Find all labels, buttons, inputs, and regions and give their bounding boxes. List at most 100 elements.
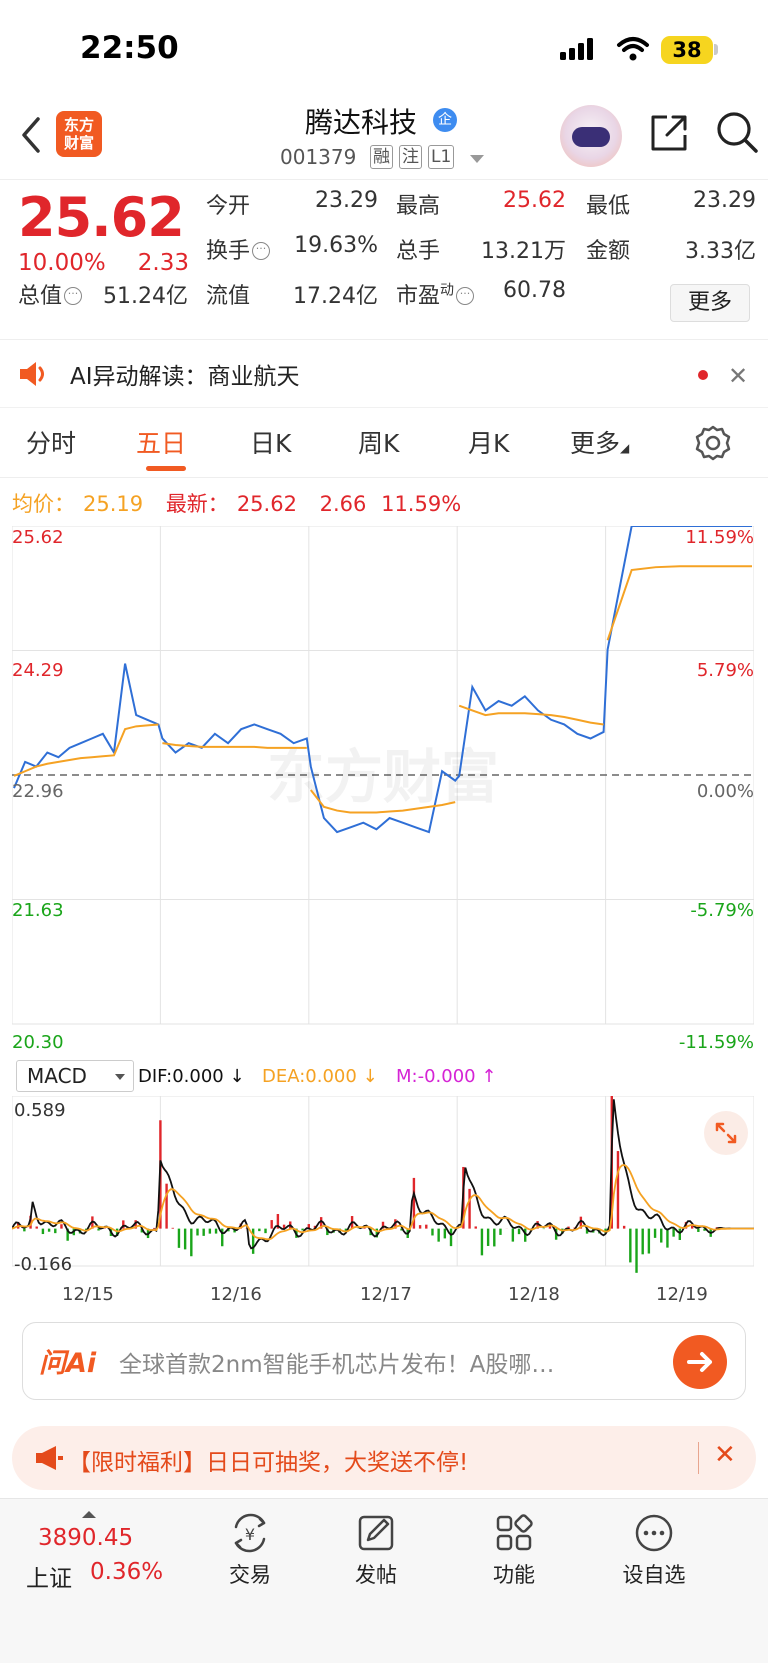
y-tick-left: 22.96	[12, 781, 64, 802]
info-icon[interactable]: ···	[64, 287, 83, 305]
pe-label: 市盈动 ···	[396, 278, 475, 310]
macd-histogram-bar	[449, 1228, 453, 1247]
tab-weekly-k[interactable]: 周K	[358, 424, 399, 460]
x-tick-date: 12/17	[360, 1284, 412, 1305]
stock-header: 东方 财富 腾达科技 企 001379 融 注 L1	[0, 95, 768, 180]
expand-icon[interactable]	[704, 1111, 748, 1155]
macd-histogram-bar	[517, 1228, 521, 1235]
back-button[interactable]	[14, 115, 50, 155]
ask-ai-send-button[interactable]	[673, 1335, 727, 1389]
tab-intraday[interactable]: 分时	[26, 424, 76, 460]
promo-text: 【限时福利】日日可抽奖，大奖送不停!	[68, 1450, 469, 1476]
indicator-select[interactable]: MACD	[16, 1060, 134, 1092]
chart-summary: 均价： 25.19 最新： 25.62 2.66 11.59%	[12, 488, 469, 518]
latest-price: 最新： 25.62	[165, 492, 297, 516]
high-label: 最高	[396, 194, 441, 219]
quote-panel: 25.62 10.00% 2.33 今开 23.29 最高 25.62 最低 2…	[0, 180, 768, 340]
index-value[interactable]: 3890.45	[38, 1525, 133, 1551]
more-button[interactable]: 更多	[670, 284, 750, 322]
macd-chart[interactable]	[12, 1096, 754, 1278]
five-day-price-chart[interactable]: 东方财富	[12, 526, 754, 1056]
macd-histogram-bar	[641, 1228, 644, 1255]
add-watchlist-button[interactable]: 设自选	[604, 1513, 704, 1589]
macd-histogram-bar	[672, 1228, 675, 1237]
macd-histogram-bar	[697, 1228, 700, 1232]
stock-code: 001379	[280, 145, 357, 169]
chevron-down-icon[interactable]	[470, 155, 484, 163]
close-icon[interactable]: ✕	[728, 362, 748, 390]
amount-label: 金额	[586, 239, 631, 264]
macd-histogram-bar	[647, 1228, 651, 1254]
dif-value: DIF:0.000 ↓	[138, 1066, 245, 1087]
latest-percent: 11.59%	[381, 492, 462, 516]
ai-alert-banner[interactable]: AI异动解读：商业航天 ✕	[0, 340, 768, 408]
promo-banner[interactable]: 【限时福利】日日可抽奖，大奖送不停! ✕	[12, 1426, 756, 1490]
trade-button[interactable]: ¥ 交易	[200, 1513, 300, 1589]
macd-histogram-bar	[629, 1228, 632, 1263]
chart-period-tabs: 分时 五日 日K 周K 月K 更多◢	[0, 408, 768, 478]
macd-header: MACD DIF:0.000 ↓ DEA:0.000 ↓ M:-0.000 ↑	[12, 1058, 752, 1096]
share-icon[interactable]	[647, 111, 691, 155]
stock-name[interactable]: 腾达科技	[305, 101, 417, 141]
macd-histogram-bar	[270, 1220, 273, 1229]
pe-value: 60.78	[503, 278, 566, 303]
tab-more[interactable]: 更多◢	[570, 424, 629, 460]
macd-histogram-bar	[431, 1228, 434, 1236]
macd-histogram-bar	[511, 1228, 515, 1242]
m-value: M:-0.000 ↑	[396, 1066, 497, 1087]
amount-value: 3.33亿	[685, 239, 756, 264]
macd-histogram-bar	[437, 1228, 440, 1242]
macd-histogram-bar	[418, 1225, 422, 1229]
svg-text:¥: ¥	[245, 1525, 255, 1544]
tab-monthly-k[interactable]: 月K	[468, 424, 509, 460]
trade-icon: ¥	[234, 1513, 266, 1553]
tab-daily-k[interactable]: 日K	[250, 424, 291, 460]
arrow-right-icon	[687, 1352, 712, 1372]
info-icon[interactable]: ···	[252, 242, 271, 260]
info-icon[interactable]: ···	[456, 287, 475, 305]
macd-histogram-bar	[183, 1228, 187, 1250]
market-cap-label: 总值 ···	[18, 278, 83, 310]
margin-tag: 融	[370, 145, 393, 169]
low-label: 最低	[586, 194, 631, 219]
macd-histogram-bar	[60, 1224, 63, 1229]
function-icon	[496, 1514, 533, 1551]
gear-icon[interactable]	[694, 424, 732, 462]
x-tick-date: 12/16	[210, 1284, 262, 1305]
volume-label: 总手	[396, 239, 441, 264]
search-icon[interactable]	[714, 109, 760, 155]
ai-assistant-avatar[interactable]	[560, 105, 622, 167]
enterprise-badge: 企	[433, 108, 457, 132]
y-tick-right: -11.59%	[678, 1032, 754, 1053]
macd-histogram-bar	[177, 1228, 181, 1248]
change-percent: 10.00%	[18, 250, 106, 276]
y-tick-right: -5.79%	[690, 900, 754, 921]
function-button[interactable]: 功能	[464, 1513, 564, 1589]
megaphone-icon	[36, 1446, 63, 1470]
ai-alert-text: AI异动解读：商业航天	[70, 364, 300, 390]
chevron-up-icon[interactable]	[82, 1511, 96, 1518]
ask-ai-logo: 问Ai	[39, 1348, 97, 1379]
dea-value: DEA:0.000 ↓	[262, 1066, 378, 1087]
macd-histogram-bar	[202, 1228, 205, 1236]
watermark: 东方财富	[267, 743, 499, 811]
macd-histogram-bar	[474, 1226, 477, 1229]
macd-histogram-bar	[165, 1183, 168, 1229]
ask-ai-input[interactable]: 问Ai 全球首款2nm智能手机芯片发布！A股哪…	[22, 1322, 746, 1400]
macd-histogram-bar	[301, 1228, 304, 1231]
macd-y-max: 0.589	[14, 1100, 66, 1121]
close-icon[interactable]: ✕	[714, 1440, 736, 1470]
macd-histogram-bar	[690, 1225, 694, 1229]
index-percent[interactable]: 0.36%	[90, 1559, 163, 1585]
y-tick-left: 20.30	[12, 1032, 64, 1053]
macd-histogram-bar	[23, 1228, 26, 1232]
macd-histogram-bar	[468, 1188, 471, 1229]
tab-five-day[interactable]: 五日	[136, 424, 186, 460]
post-button[interactable]: 发帖	[326, 1513, 426, 1589]
macd-histogram-bar	[622, 1225, 626, 1229]
add-watchlist-icon	[635, 1514, 673, 1552]
index-name[interactable]: 上证	[26, 1559, 72, 1593]
speaker-icon	[20, 362, 44, 386]
app-logo[interactable]: 东方 财富	[56, 111, 102, 157]
x-tick-date: 12/19	[656, 1284, 708, 1305]
